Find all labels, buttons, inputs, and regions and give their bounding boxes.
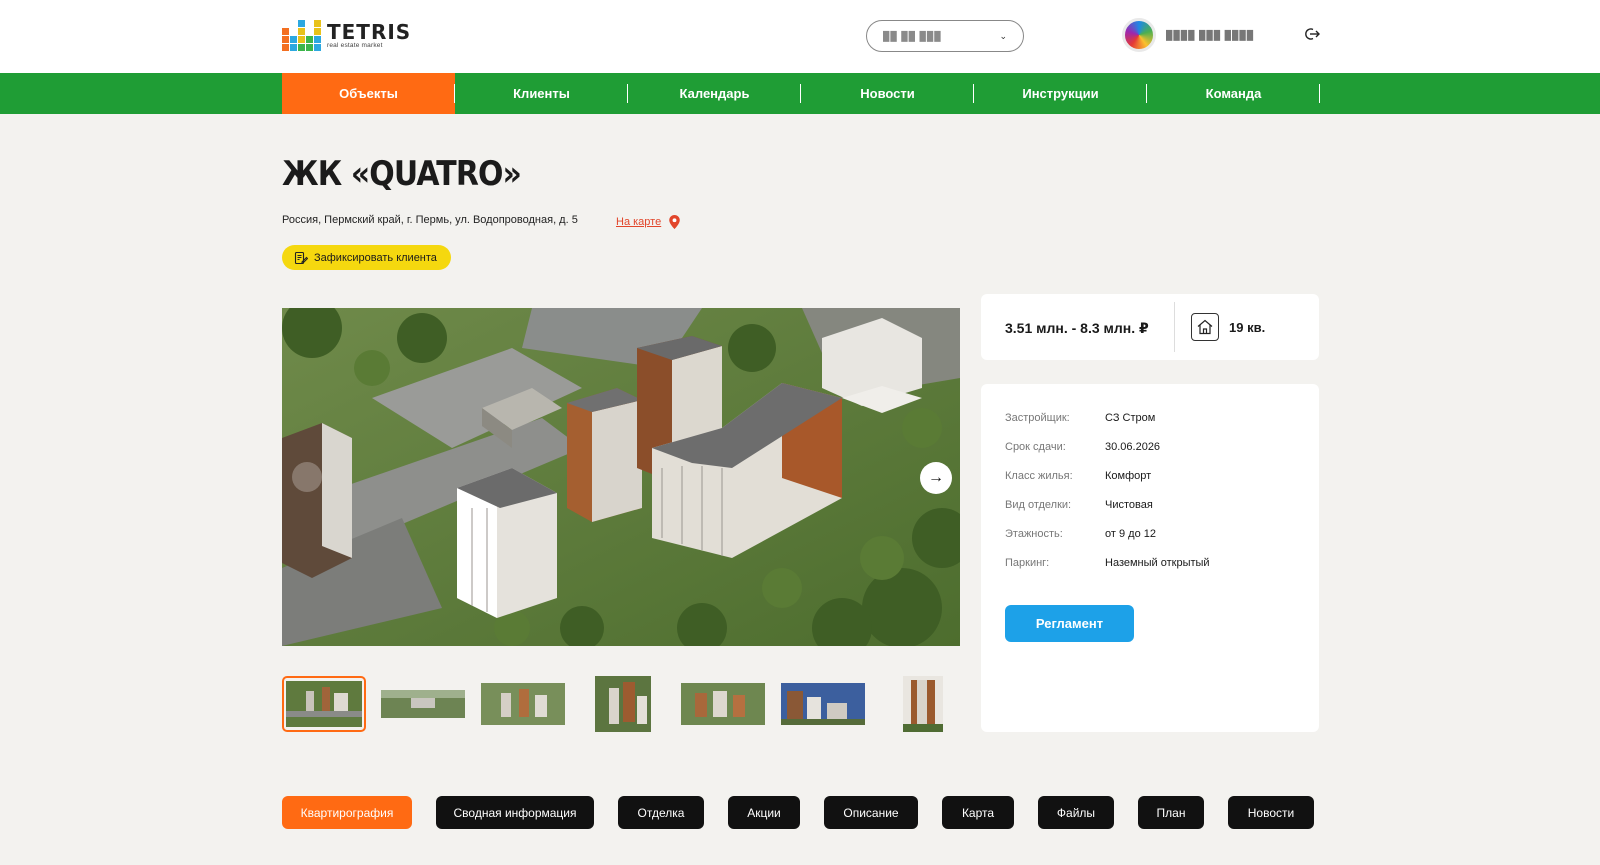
map-link-label: На карте [616,216,662,228]
info-row-floors: Этажность: от 9 до 12 [1005,528,1156,540]
gallery-thumbnail[interactable] [780,676,866,732]
info-value: Комфорт [1105,470,1152,482]
tab-promotions[interactable]: Акции [728,796,800,829]
info-label: Срок сдачи: [1005,441,1066,453]
nav-item-news[interactable]: Новости [801,73,974,114]
tab-label: Квартирография [300,805,394,820]
tab-description[interactable]: Описание [824,796,918,829]
nav-item-team[interactable]: Команда [1147,73,1320,114]
page-title: ЖК «QUATRO» [282,154,522,194]
gallery-prev-button[interactable] [292,462,322,492]
info-label: Вид отделки: [1005,499,1072,511]
price-range: 3.51 млн. - 8.3 млн. ₽ [1005,320,1149,336]
main-nav: Объекты Клиенты Календарь Новости Инстру… [0,73,1600,114]
tab-label: Отделка [637,805,685,820]
reglament-button[interactable]: Регламент [1005,605,1134,642]
tab-label: Новости [1247,805,1295,820]
user-name: ████ ███ ████ [1166,30,1255,40]
fix-client-label: Зафиксировать клиента [314,251,437,264]
home-icon [1191,313,1219,341]
apartments-count: 19 кв. [1229,320,1266,335]
info-row-developer: Застройщик: СЗ Стром [1005,412,1155,424]
nav-item-label: Календарь [679,86,750,101]
nav-item-label: Клиенты [513,86,570,101]
nav-item-label: Новости [860,86,915,101]
main-photo[interactable]: → [282,308,960,646]
gallery-thumbnails [282,676,944,732]
info-value: Наземный открытый [1105,557,1210,569]
reglament-label: Регламент [1035,616,1104,631]
tab-label: Описание [843,805,899,820]
nav-item-calendar[interactable]: Календарь [628,73,801,114]
info-card: Застройщик: СЗ Стром Срок сдачи: 30.06.2… [981,384,1319,732]
info-label: Застройщик: [1005,412,1070,424]
logo[interactable]: TETRIS real estate market [282,20,411,51]
map-link[interactable]: На карте [616,215,680,229]
tab-apartments[interactable]: Квартирография [282,796,412,829]
gallery-thumbnail[interactable] [282,676,366,732]
gallery-next-button[interactable]: → [920,462,952,494]
gallery-thumbnail[interactable] [902,676,944,732]
info-label: Класс жилья: [1005,470,1073,482]
tab-finishing[interactable]: Отделка [618,796,704,829]
info-row-class: Класс жилья: Комфорт [1005,470,1151,482]
info-value: 30.06.2026 [1105,441,1161,453]
tab-label: Сводная информация [453,805,577,820]
info-row-finish: Вид отделки: Чистовая [1005,499,1153,511]
tab-label: Файлы [1056,805,1096,820]
info-row-parking: Паркинг: Наземный открытый [1005,557,1210,569]
nav-item-clients[interactable]: Клиенты [455,73,628,114]
nav-item-label: Объекты [339,86,398,101]
tab-news[interactable]: Новости [1228,796,1314,829]
tab-summary[interactable]: Сводная информация [436,796,594,829]
gallery-thumbnail[interactable] [680,676,766,732]
nav-item-instructions[interactable]: Инструкции [974,73,1147,114]
city-select[interactable]: ██ ██ ███ ⌄ [866,20,1024,52]
building-render-image [282,308,960,646]
info-value: Чистовая [1105,499,1153,511]
gallery-thumbnail[interactable] [480,676,566,732]
arrow-right-icon: → [928,469,944,486]
info-value: СЗ Стром [1105,412,1156,424]
logout-icon[interactable] [1302,26,1322,46]
info-label: Паркинг: [1005,557,1050,569]
tab-label: План [1156,805,1186,820]
user-profile[interactable]: ████ ███ ████ [1122,18,1254,52]
nav-item-objects[interactable]: Объекты [282,73,455,114]
map-pin-icon [669,215,680,229]
fix-client-button[interactable]: Зафиксировать клиента [282,245,451,270]
tab-plan[interactable]: План [1138,796,1204,829]
logo-tagline: real estate market [327,41,383,49]
edit-document-icon [294,251,308,264]
city-select-value: ██ ██ ███ [883,31,942,41]
divider [1174,302,1175,352]
object-address: Россия, Пермский край, г. Пермь, ул. Вод… [282,214,578,226]
logo-mark [282,20,321,51]
tab-label: Акции [747,805,781,820]
nav-item-label: Инструкции [1022,86,1099,101]
info-row-deadline: Срок сдачи: 30.06.2026 [1005,441,1160,453]
logo-name: TETRIS [327,19,412,44]
gallery-thumbnail[interactable] [594,676,652,732]
chevron-down-icon: ⌄ [999,30,1007,41]
info-label: Этажность: [1005,528,1063,540]
tab-files[interactable]: Файлы [1038,796,1114,829]
gallery-thumbnail[interactable] [380,676,466,732]
nav-item-label: Команда [1205,86,1262,101]
header: TETRIS real estate market ██ ██ ███ ⌄ ██… [0,0,1600,73]
price-card: 3.51 млн. - 8.3 млн. ₽ 19 кв. [981,294,1319,360]
info-value: от 9 до 12 [1105,528,1156,540]
avatar[interactable] [1122,18,1156,52]
tab-map[interactable]: Карта [942,796,1014,829]
tab-label: Карта [961,805,995,820]
